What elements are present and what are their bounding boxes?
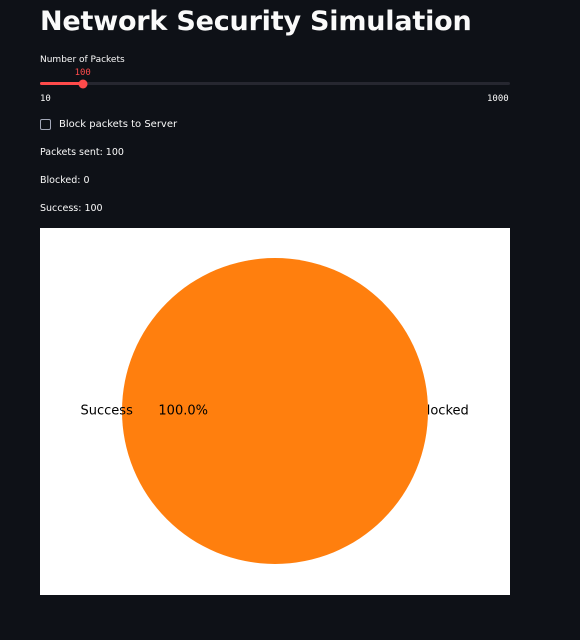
blocked-count-text: Blocked: 0	[40, 175, 90, 186]
success-count-text: Success: 100	[40, 203, 103, 214]
packets-slider[interactable]	[40, 79, 510, 88]
packets-slider-thumb[interactable]	[78, 79, 88, 88]
block-packets-checkbox[interactable]	[40, 119, 51, 130]
pie-label-success: Success	[81, 404, 134, 419]
packets-slider-value: 100	[74, 68, 91, 78]
packets-sent-text: Packets sent: 100	[40, 147, 124, 158]
pie-chart: Blocked0.0%Success100.0%	[81, 258, 469, 564]
block-packets-checkbox-label: Block packets to Server	[59, 119, 178, 130]
packets-slider-label: Number of Packets	[40, 55, 125, 65]
pie-value-label-success: 100.0%	[158, 404, 208, 419]
packets-slider-max: 1000	[487, 94, 509, 104]
block-packets-checkbox-row[interactable]: Block packets to Server	[40, 119, 177, 130]
pie-chart-panel: Blocked0.0%Success100.0%	[40, 228, 510, 595]
app-root: Network Security Simulation Number of Pa…	[0, 0, 580, 640]
page-title: Network Security Simulation	[40, 6, 472, 37]
packets-slider-min: 10	[40, 94, 51, 104]
packets-slider-fill	[40, 82, 83, 85]
